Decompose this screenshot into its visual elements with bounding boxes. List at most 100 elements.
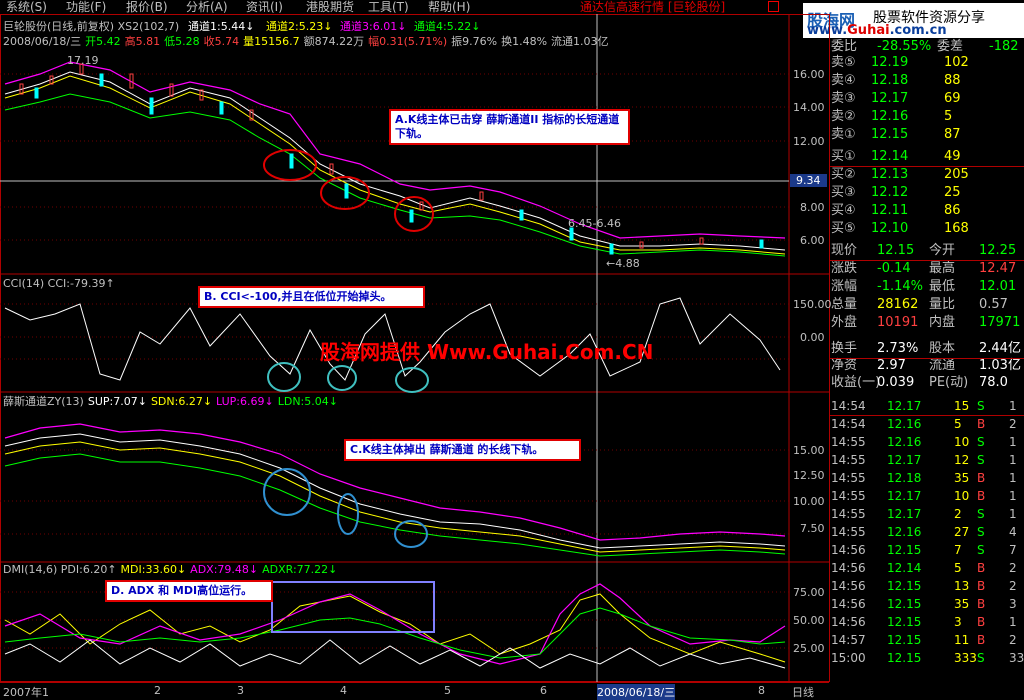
trade-ticks: 14:54 12.17 15 S 1 14:54 12.16 5 B 2 14:55 12.16 10 S… [829, 397, 1024, 667]
axis-label-8: 8 [758, 684, 765, 697]
sell-levels: 卖⑤ 12.19 102 卖④ 12.18 88 卖③ 12.17 69 卖② 12.16 5 卖① 12… [829, 54, 1024, 144]
panel1-legend-1: 通道1:5.44↓ [188, 20, 255, 33]
axis-label-current: 2008/06/18/三 [597, 684, 676, 700]
p4-header-item-1: MDI:33.60↓ [120, 563, 187, 576]
info-item-7: 幅0.31(5.71%) [368, 35, 448, 48]
menu-help[interactable]: 帮助(H) [428, 0, 470, 14]
axis-period[interactable]: 日线 [792, 684, 814, 700]
fundamental-stats: 换手 2.73% 股本 2.44亿 净资 2.97 流通 1.03亿 收益(一) 0.039 PE(… [829, 340, 1024, 391]
watermark-text: 股海网提供 Www.Guhai.Com.CN [320, 340, 654, 364]
fundamental-row: 收益(一) 0.039 PE(动) 78.0 [831, 375, 1008, 390]
menu-tools[interactable]: 工具(T) [368, 0, 409, 14]
p4-header-item-3: ADXR:77.22↓ [262, 563, 338, 576]
panel1-legend-2: 通道2:5.23↓ [266, 20, 333, 33]
trade-row: 14:55 12.17 12 S 1 [831, 453, 1017, 467]
trade-row: 14:57 12.15 11 B 2 [831, 633, 1017, 647]
p1-tick-4: 8.00 [800, 201, 825, 214]
menu-function[interactable]: 功能(F) [66, 0, 106, 14]
fundamental-row: 换手 2.73% 股本 2.44亿 [831, 341, 1021, 356]
p3-header-item-3: LUP:6.69↓ [216, 395, 274, 408]
stat-row: 现价 12.15 今开 12.25 [831, 243, 1017, 258]
stat-row: 涨幅 -1.14% 最低 12.01 [831, 279, 1017, 294]
trade-row: 14:55 12.17 10 B 1 [831, 489, 1017, 503]
panel3-title: 薛斯通道ZY(13) SUP:7.07↓ SDN:6.27↓ LUP:6.69↓ LDN… [3, 396, 342, 408]
trade-row: 14:55 12.16 27 S 4 [831, 525, 1017, 539]
p4-header-item-0: DMI(14,6) PDI:6.20↑ [3, 563, 117, 576]
sell-level-4[interactable]: 卖④ 12.18 88 [829, 72, 1024, 90]
p4-header-item-2: ADX:79.48↓ [190, 563, 259, 576]
buy-level-5[interactable]: 买⑤ 12.10 168 [829, 220, 1024, 238]
stat-row: 总量 28162 量比 0.57 [831, 297, 1008, 312]
menu-info[interactable]: 资讯(I) [246, 0, 283, 14]
axis-label-3: 3 [237, 684, 244, 697]
p3-tick-3: 7.50 [800, 522, 825, 535]
menu-quote[interactable]: 报价(B) [126, 0, 168, 14]
p1-tick-5: 6.00 [800, 234, 825, 247]
axis-label-2: 2 [154, 684, 161, 697]
trade-row: 14:55 12.17 2 S 1 [831, 507, 1017, 521]
price-marker: 9.34 [790, 174, 827, 187]
info-item-3: 低5.28 [164, 35, 200, 48]
sell-level-5[interactable]: 卖⑤ 12.19 102 [829, 54, 1024, 72]
info-item-0: 2008/06/18/三 [3, 35, 82, 48]
note-d: D. ADX 和 MDI高位运行。 [105, 580, 273, 602]
sell-level-3[interactable]: 卖③ 12.17 69 [829, 90, 1024, 108]
p1-tick-1: 14.00 [793, 101, 825, 114]
trade-row: 15:00 12.15 333 S 33 [831, 651, 1024, 665]
info-item-8: 振9.76% [451, 35, 498, 48]
order-book: 委比 -28.55% 委差 -182 卖⑤ 12.19 102 卖④ 12.18 88 卖③… [829, 38, 1024, 667]
sell-level-1[interactable]: 卖① 12.15 87 [829, 126, 1024, 144]
panel1-title: 巨轮股份(日线,前复权) XS2(102,7) [3, 20, 180, 33]
trade-row: 14:54 12.16 5 B 2 [831, 417, 1017, 431]
brand-logo: 股海网 股票软件资源分享 www.Guhai.com.cn [803, 3, 1024, 38]
menu-system[interactable]: 系统(S) [6, 0, 47, 14]
p3-header-item-0: 薛斯通道ZY(13) [3, 395, 84, 408]
buy-level-2[interactable]: 买② 12.13 205 [829, 166, 1024, 184]
p3-tick-0: 15.00 [793, 444, 825, 457]
trade-row: 14:56 12.15 35 B 3 [831, 597, 1017, 611]
fundamental-row: 净资 2.97 流通 1.03亿 [831, 358, 1021, 373]
panel4-title: DMI(14,6) PDI:6.20↑ MDI:33.60↓ ADX:79.48↓ A… [3, 564, 341, 576]
p1-tick-2: 12.00 [793, 135, 825, 148]
p2-tick-0: 150.00 [793, 298, 832, 311]
axis-label-4: 4 [340, 684, 347, 697]
p3-tick-2: 10.00 [793, 495, 825, 508]
menu-hk-futures[interactable]: 港股期货 [306, 0, 354, 14]
info-item-10: 流通1.03亿 [551, 35, 609, 48]
p3-header-item-2: SDN:6.27↓ [150, 395, 213, 408]
panel1-info-line: 2008/06/18/三 开5.42 高5.81 低5.28 收5.74 量15156.7… [3, 36, 613, 48]
sell-level-2[interactable]: 卖② 12.16 5 [829, 108, 1024, 126]
p3-tick-1: 12.50 [793, 469, 825, 482]
trade-row: 14:54 12.17 15 S 1 [831, 399, 1017, 413]
buy-level-3[interactable]: 买③ 12.12 25 [829, 184, 1024, 202]
time-axis: 2007年1 2 3 4 5 6 2008/06/18/三 8 日线 [0, 682, 829, 700]
peak-label: 17.19 [67, 54, 99, 67]
info-item-2: 高5.81 [124, 35, 161, 48]
quote-stats: 现价 12.15 今开 12.25 涨跌 -0.14 最高 12.47 涨幅 -1.14% 最低 12… [829, 242, 1024, 332]
p4-tick-0: 75.00 [793, 586, 825, 599]
buy-levels: 买① 12.14 49 买② 12.13 205 买③ 12.12 25 买④ 12.11 86 买⑤ 1… [829, 148, 1024, 238]
buy-level-1[interactable]: 买① 12.14 49 [829, 148, 1024, 166]
menu-analysis[interactable]: 分析(A) [186, 0, 228, 14]
p1-tick-0: 16.00 [793, 68, 825, 81]
stat-row: 涨跌 -0.14 最高 12.47 [831, 261, 1017, 276]
commission-ratio-row: 委比 -28.55% 委差 -182 [831, 39, 1019, 54]
buy-level-4[interactable]: 买④ 12.11 86 [829, 202, 1024, 220]
mid-label: 6.45-6.46 [568, 217, 621, 230]
ob-divider-2 [829, 260, 1024, 261]
axis-label-1: 2007年1 [3, 686, 49, 699]
trade-row: 14:56 12.15 3 B 1 [831, 615, 1017, 629]
p3-header-item-1: SUP:7.07↓ [87, 395, 147, 408]
trade-row: 14:56 12.14 5 B 2 [831, 561, 1017, 575]
note-a: A.K线主体已击穿 薛斯通道II 指标的长短通道下轨。 [389, 109, 630, 145]
ob-divider-1 [829, 166, 1024, 167]
p4-tick-2: 25.00 [793, 642, 825, 655]
low-label: ←4.88 [606, 257, 640, 270]
trade-row: 14:55 12.16 10 S 1 [831, 435, 1017, 449]
window-restore-icon[interactable] [768, 1, 779, 12]
trade-row: 14:56 12.15 7 S 7 [831, 543, 1017, 557]
info-item-1: 开5.42 [85, 35, 121, 48]
panel1-legend-4: 通道4:5.22↓ [414, 20, 481, 33]
p2-tick-1: 0.00 [800, 331, 825, 344]
app-title: 通达信高速行情 [巨轮股份] [580, 0, 726, 14]
